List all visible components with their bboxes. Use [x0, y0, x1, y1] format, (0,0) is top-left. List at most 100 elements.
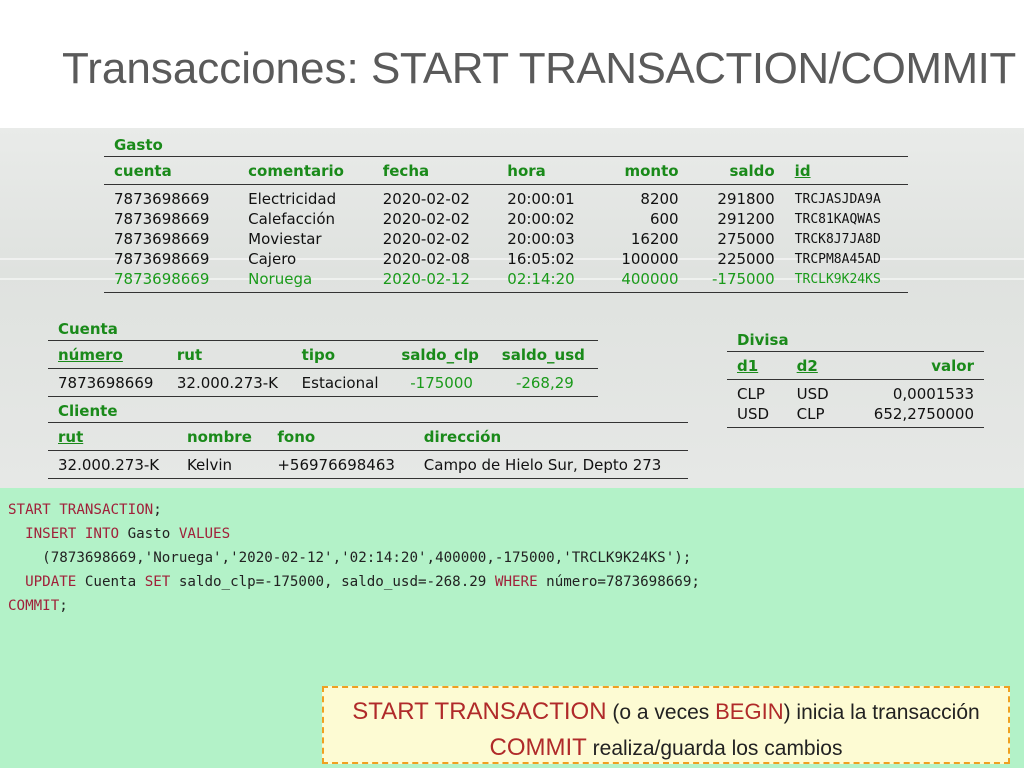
sql-keyword: INSERT INTO — [25, 526, 120, 542]
note-text: (o a veces — [606, 701, 716, 724]
cell: -268,29 — [491, 368, 598, 397]
cell: 291800 — [717, 190, 775, 208]
sql-text: ; — [153, 502, 162, 518]
cell: 2020-02-02 — [382, 230, 470, 248]
cell: 7873698669 — [114, 230, 210, 248]
cell: 7873698669 — [104, 269, 239, 293]
note-text: realiza/guarda los cambios — [586, 737, 843, 760]
sql-keyword: COMMIT — [8, 598, 60, 614]
cell: 02:14:20 — [497, 269, 599, 293]
cell: TRCK8J7JA8D — [794, 231, 881, 247]
sql-indent — [8, 526, 25, 542]
cell: 2020-02-02 — [382, 210, 470, 228]
cell: 20:00:01 — [507, 190, 575, 208]
cell: Estacional — [291, 368, 392, 397]
divisa-col-d1: d1 — [727, 351, 787, 380]
cell: TRCJASJDA9A — [794, 191, 881, 207]
cell: -175000 — [688, 269, 785, 293]
cell: USD — [727, 404, 787, 428]
gasto-table: cuenta comentario fecha hora monto saldo… — [104, 156, 908, 293]
cell: Electricidad — [248, 190, 337, 208]
sql-text: Gasto — [119, 526, 179, 542]
cuenta-col-saldo-usd: saldo_usd — [491, 340, 598, 369]
note-box: START TRANSACTION (o a veces BEGIN) inic… — [322, 686, 1010, 764]
cell: TRC81KAQWAS — [794, 211, 881, 227]
table-row-new: 7873698669 Noruega 2020-02-12 02:14:20 4… — [104, 269, 908, 293]
divisa-col-valor: valor — [846, 351, 984, 380]
sql-keyword: SET — [144, 574, 171, 590]
table-row: USD CLP 652,2750000 — [727, 404, 984, 428]
cell: 16:05:02 — [507, 250, 575, 268]
cliente-table: rut nombre fono dirección 32.000.273-K K… — [48, 422, 688, 479]
cell: 32.000.273-K — [48, 450, 177, 479]
cell: CLP — [786, 404, 847, 428]
cell: Calefacción — [248, 210, 336, 228]
cell: CLP — [737, 385, 765, 403]
cuenta-col-numero: número — [48, 340, 167, 369]
divisa-title: Divisa — [737, 331, 789, 349]
cell: 400000 — [598, 269, 689, 293]
sql-indent — [8, 574, 25, 590]
cell: 7873698669 — [114, 210, 210, 228]
title-prefix: Transacciones: — [62, 44, 359, 93]
cell: 291200 — [717, 210, 775, 228]
cliente-col-direccion: dirección — [413, 422, 688, 451]
cell: 20:00:02 — [507, 210, 575, 228]
cuenta-header-row: número rut tipo saldo_clp saldo_usd — [48, 340, 598, 369]
sql-keyword: WHERE — [494, 574, 538, 590]
table-row: 7873698669 Electricidad 2020-02-02 20:00… — [104, 185, 908, 210]
gasto-col-id: id — [784, 156, 908, 185]
cell: 7873698669 — [114, 250, 210, 268]
table-row: 7873698669 Calefacción 2020-02-02 20:00:… — [104, 209, 908, 229]
cell: Campo de Hielo Sur, Depto 273 — [413, 450, 688, 479]
sql-code: START TRANSACTION; INSERT INTO Gasto VAL… — [8, 498, 700, 618]
cuenta-col-saldo-clp: saldo_clp — [391, 340, 492, 369]
cell: 225000 — [717, 250, 775, 268]
note-line-1: START TRANSACTION (o a veces BEGIN) inic… — [324, 698, 1008, 726]
cell: 2020-02-02 — [382, 190, 470, 208]
cell: Moviestar — [248, 230, 322, 248]
table-row: 7873698669 Moviestar 2020-02-02 20:00:03… — [104, 229, 908, 249]
note-keyword: BEGIN — [715, 699, 784, 724]
cell: 8200 — [640, 190, 679, 208]
cell: 7873698669 — [48, 368, 167, 397]
table-row: CLP USD 0,0001533 — [727, 380, 984, 405]
sql-text: número=7873698669; — [537, 574, 700, 590]
gasto-col-cuenta: cuenta — [104, 156, 239, 185]
divisa-header-row: d1 d2 valor — [727, 351, 984, 380]
gasto-col-fecha: fecha — [372, 156, 498, 185]
cell: 16200 — [630, 230, 679, 248]
cuenta-col-tipo: tipo — [291, 340, 392, 369]
cell: USD — [796, 385, 829, 403]
gasto-col-hora: hora — [497, 156, 599, 185]
note-keyword: START TRANSACTION — [352, 698, 607, 725]
slide-title: Transacciones: START TRANSACTION/COMMIT — [62, 44, 1016, 94]
divisa-table: d1 d2 valor CLP USD 0,0001533 USD CLP 65… — [727, 351, 984, 428]
sql-keyword: VALUES — [178, 526, 231, 542]
cell: 600 — [649, 210, 679, 228]
cliente-col-rut: rut — [48, 422, 177, 451]
gasto-header-row: cuenta comentario fecha hora monto saldo… — [104, 156, 908, 185]
note-text: ) inicia la transacción — [783, 701, 980, 724]
sql-text: ; — [59, 598, 68, 614]
table-row: 7873698669 Cajero 2020-02-08 16:05:02 10… — [104, 249, 908, 269]
cell: 20:00:03 — [507, 230, 575, 248]
cell: 32.000.273-K — [166, 368, 292, 397]
cell: 2020-02-12 — [372, 269, 498, 293]
sql-text: (7873698669,'Noruega','2020-02-12','02:1… — [8, 550, 692, 566]
title-keywords: START TRANSACTION/COMMIT — [370, 44, 1016, 93]
table-row: 32.000.273-K Kelvin +56976698463 Campo d… — [48, 450, 688, 479]
cell: Noruega — [238, 269, 373, 293]
gasto-title: Gasto — [114, 136, 163, 154]
cuenta-table: número rut tipo saldo_clp saldo_usd 7873… — [48, 340, 598, 397]
cell: 2020-02-08 — [382, 250, 470, 268]
cell: -175000 — [391, 368, 492, 397]
note-keyword: COMMIT — [489, 734, 587, 761]
cliente-col-nombre: nombre — [176, 422, 268, 451]
cell: 275000 — [717, 230, 775, 248]
gasto-col-monto: monto — [598, 156, 689, 185]
cell: 7873698669 — [114, 190, 210, 208]
sql-text: saldo_clp=-175000, saldo_usd=-268.29 — [170, 574, 495, 590]
cliente-title: Cliente — [58, 402, 118, 420]
cliente-col-fono: fono — [267, 422, 414, 451]
